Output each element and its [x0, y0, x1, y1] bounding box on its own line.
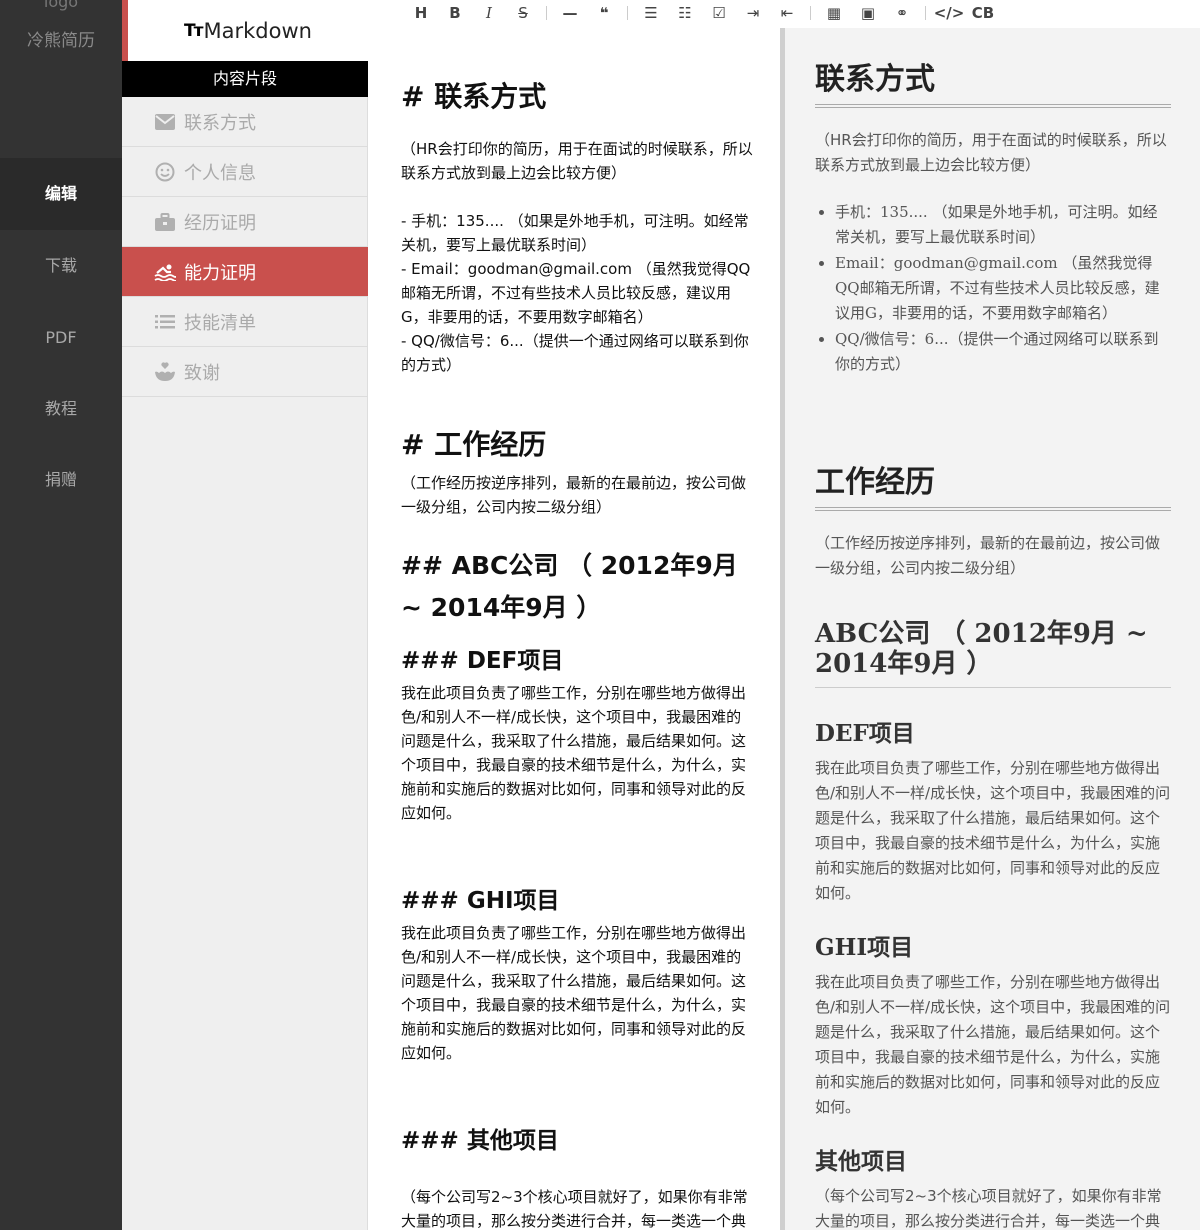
md-line-email: - Email：goodman@gmail.com （虽然我觉得QQ邮箱无所谓，… [401, 260, 751, 326]
envelope-icon [154, 111, 176, 133]
md-heading-work: # 工作经历 [401, 428, 547, 461]
hand-heart-icon [154, 361, 176, 383]
snippet-thanks[interactable]: 致谢 [122, 347, 368, 397]
preview-work-note: （工作经历按逆序排列，最新的在最前边，按公司做一级分组，公司内按二级分组） [815, 534, 1161, 577]
preview-heading-company: ABC公司 （ 2012年9月 ~ 2014年9月 ） [815, 619, 1171, 688]
toolbar-divider [627, 6, 628, 20]
md-def-text: 我在此项目负责了哪些工作，分别在哪些地方做得出色/和别人不一样/成长快，这个项目… [401, 684, 747, 822]
nav-item-edit[interactable]: 编辑 [0, 158, 122, 230]
ordered-list-button[interactable]: ☷ [668, 4, 702, 22]
bold-button[interactable]: B [438, 4, 472, 22]
resume-preview: 联系方式 （HR会打印你的简历，用于在面试的时候联系，所以联系方式放到最上边会比… [785, 28, 1200, 1230]
quote-button[interactable]: ❝ [587, 4, 621, 22]
toolbar-divider [546, 6, 547, 20]
preview-other-text: （每个公司写2~3个核心项目就好了，如果你有非常大量的项目，那么按分类进行合并，… [815, 1187, 1162, 1230]
toolbar-divider [810, 6, 811, 20]
code-button[interactable]: </> [932, 4, 966, 22]
snippet-label: 联系方式 [184, 112, 256, 134]
md-work-note: （工作经历按逆序排列，最新的在最前边，按公司做一级分组，公司内按二级分组） [401, 474, 747, 516]
preview-heading-def: DEF项目 [815, 720, 915, 747]
snippet-ability[interactable]: 能力证明 [122, 247, 368, 297]
markdown-label: Markdown [203, 18, 312, 43]
md-contact-note: （HR会打印你的简历，用于在面试的时候联系，所以联系方式放到最上边会比较方便） [401, 140, 753, 182]
md-heading-company: ## ABC公司 （ 2012年9月 ~ 2014年9月 ） [401, 551, 738, 622]
outdent-button[interactable]: ⇤ [770, 4, 804, 22]
snippet-personal-info[interactable]: 个人信息 [122, 147, 368, 197]
nav-item-pdf[interactable]: PDF [0, 302, 122, 374]
editor-toolbar: H B I S — ❝ ☰ ☷ ☑ ⇥ ⇤ ▦ ▣ ⚭ </> CB [368, 0, 1200, 26]
md-heading-ghi: ### GHI项目 [401, 888, 560, 914]
snippet-panel: Tт Markdown 内容片段 联系方式 个人信息 经历证明 能力证明 技能清… [122, 0, 368, 1230]
italic-button[interactable]: I [472, 4, 506, 22]
text-format-icon: Tт [184, 20, 204, 41]
smile-icon [154, 161, 176, 183]
image-button[interactable]: ▣ [851, 4, 885, 22]
preview-contact-phone: 手机：135.... （如果是外地手机，可注明。如经常关机，要写上最优联系时间） [835, 200, 1171, 250]
md-heading-def: ### DEF项目 [401, 648, 564, 674]
logo: logo [43, 0, 79, 11]
md-heading-contact: # 联系方式 [401, 80, 547, 113]
md-ghi-text: 我在此项目负责了哪些工作，分别在哪些地方做得出色/和别人不一样/成长快，这个项目… [401, 924, 747, 1062]
nav-item-donate[interactable]: 捐赠 [0, 444, 122, 516]
toolbar-divider [925, 6, 926, 20]
snippet-label: 经历证明 [184, 212, 256, 234]
snippet-experience[interactable]: 经历证明 [122, 197, 368, 247]
preview-contact-list: 手机：135.... （如果是外地手机，可注明。如经常关机，要写上最优联系时间）… [835, 200, 1171, 377]
main-nav: logo 冷熊简历 编辑 下载 PDF 教程 捐赠 [0, 0, 122, 1230]
task-list-button[interactable]: ☑ [702, 4, 736, 22]
nav-item-download[interactable]: 下载 [0, 230, 122, 302]
markdown-mode-header[interactable]: Tт Markdown [122, 0, 368, 61]
preview-contact-note: （HR会打印你的简历，用于在面试的时候联系，所以联系方式放到最上边会比较方便） [815, 131, 1167, 174]
preview-def-text: 我在此项目负责了哪些工作，分别在哪些地方做得出色/和别人不一样/成长快，这个项目… [815, 759, 1171, 902]
markdown-editor[interactable]: # 联系方式 （HR会打印你的简历，用于在面试的时候联系，所以联系方式放到最上边… [370, 28, 780, 1230]
heading-button[interactable]: H [404, 4, 438, 22]
preview-heading-ghi: GHI项目 [815, 934, 914, 961]
snippet-label: 能力证明 [184, 262, 256, 284]
preview-contact-email: Email：goodman@gmail.com （虽然我觉得QQ邮箱无所谓，不过… [835, 251, 1171, 326]
brand-name[interactable]: 冷熊简历 [0, 26, 122, 51]
list-icon [154, 311, 176, 333]
table-button[interactable]: ▦ [817, 4, 851, 22]
md-other-text: （每个公司写2~3个核心项目就好了，如果你有非常大量的项目，那么按分类进行合并，… [401, 1188, 748, 1230]
preview-heading-work: 工作经历 [815, 431, 1171, 511]
md-line-qq: - QQ/微信号：6...（提供一个通过网络可以联系到你的方式） [401, 332, 749, 374]
snippet-label: 个人信息 [184, 162, 256, 184]
md-line-phone: - 手机：135.... （如果是外地手机，可注明。如经常关机，要写上最优联系时… [401, 212, 749, 254]
preview-contact-qq: QQ/微信号：6...（提供一个通过网络可以联系到你的方式） [835, 327, 1171, 377]
swimmer-icon [154, 261, 176, 283]
snippet-label: 技能清单 [184, 312, 256, 334]
indent-button[interactable]: ⇥ [736, 4, 770, 22]
snippet-label: 致谢 [184, 362, 220, 384]
snippet-contact[interactable]: 联系方式 [122, 97, 368, 147]
preview-heading-contact: 联系方式 [815, 28, 1171, 108]
md-heading-other: ### 其他项目 [401, 1128, 559, 1154]
code-block-button[interactable]: CB [966, 4, 1000, 22]
preview-ghi-text: 我在此项目负责了哪些工作，分别在哪些地方做得出色/和别人不一样/成长快，这个项目… [815, 973, 1171, 1116]
horizontal-rule-button[interactable]: — [553, 4, 587, 22]
nav-item-tutorial[interactable]: 教程 [0, 373, 122, 445]
unordered-list-button[interactable]: ☰ [634, 4, 668, 22]
briefcase-icon [154, 211, 176, 233]
preview-heading-other: 其他项目 [815, 1149, 907, 1175]
snippet-skills[interactable]: 技能清单 [122, 297, 368, 347]
snippet-section-title: 内容片段 [122, 61, 368, 97]
strikethrough-button[interactable]: S [506, 4, 540, 22]
link-button[interactable]: ⚭ [885, 4, 919, 22]
